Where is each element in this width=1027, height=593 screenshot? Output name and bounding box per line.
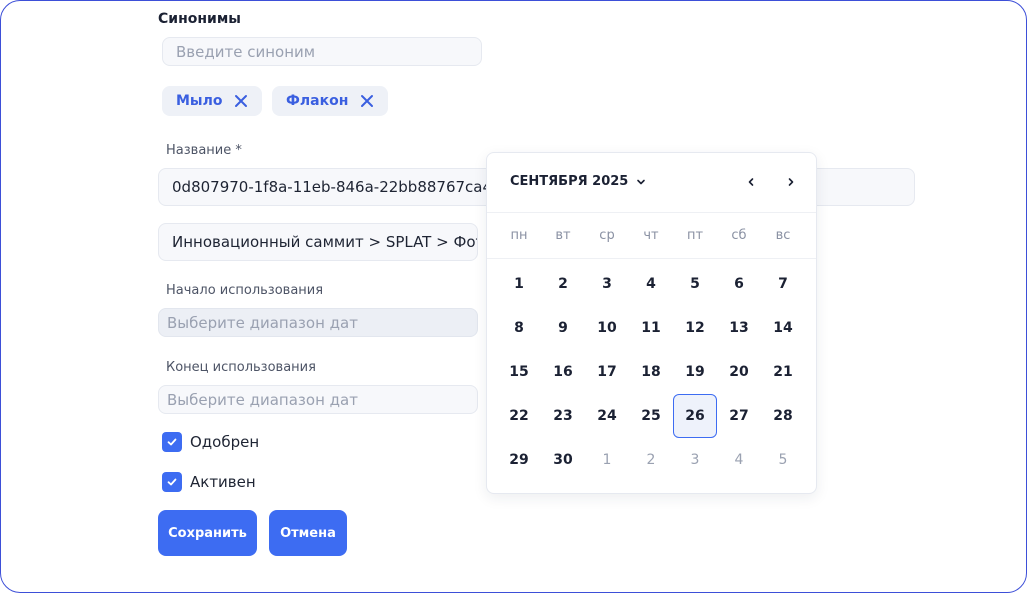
calendar-day[interactable]: 28	[761, 394, 805, 438]
close-icon[interactable]	[360, 94, 374, 108]
next-month-button[interactable]	[782, 173, 800, 191]
calendar-day[interactable]: 27	[717, 394, 761, 438]
approved-label: Одобрен	[190, 433, 260, 451]
divider	[487, 212, 816, 213]
calendar-day[interactable]: 24	[585, 394, 629, 438]
chevron-right-icon	[788, 178, 794, 186]
calendar-day[interactable]: 30	[541, 438, 585, 482]
calendar-week: 29 30 1 2 3 4 5	[497, 438, 805, 482]
check-icon	[167, 438, 177, 446]
calendar-day[interactable]: 13	[717, 306, 761, 350]
cancel-button[interactable]: Отмена	[269, 510, 347, 556]
calendar-day[interactable]: 23	[541, 394, 585, 438]
weekday-label: ср	[599, 228, 615, 243]
calendar-day[interactable]: 20	[717, 350, 761, 394]
calendar-week: 22 23 24 25 26 27 28	[497, 394, 805, 438]
calendar-day[interactable]: 21	[761, 350, 805, 394]
divider	[487, 258, 816, 259]
synonym-chip: Флакон	[272, 86, 389, 116]
calendar-day[interactable]: 5	[673, 262, 717, 306]
calendar-day[interactable]: 19	[673, 350, 717, 394]
weekday-label: вс	[775, 228, 791, 243]
calendar-day[interactable]: 15	[497, 350, 541, 394]
month-selector[interactable]: СЕНТЯБРЯ 2025	[510, 174, 646, 189]
calendar-day[interactable]: 9	[541, 306, 585, 350]
synonym-chip: Мыло	[162, 86, 263, 116]
calendar-day[interactable]: 25	[629, 394, 673, 438]
calendar-day[interactable]: 10	[585, 306, 629, 350]
calendar-day[interactable]: 3	[585, 262, 629, 306]
close-icon[interactable]	[234, 94, 248, 108]
save-button[interactable]: Сохранить	[158, 510, 257, 556]
weekday-label: пн	[510, 228, 528, 243]
calendar-day-next-month[interactable]: 1	[585, 438, 629, 482]
calendar-day-next-month[interactable]: 5	[761, 438, 805, 482]
calendar-day[interactable]: 1	[497, 262, 541, 306]
calendar-day[interactable]: 8	[497, 306, 541, 350]
weekday-label: вт	[555, 228, 571, 243]
calendar-day[interactable]: 2	[541, 262, 585, 306]
calendar-day[interactable]: 4	[629, 262, 673, 306]
prev-month-button[interactable]	[742, 173, 760, 191]
calendar-day-next-month[interactable]: 2	[629, 438, 673, 482]
start-date-input[interactable]: Выберите диапазон дат	[158, 308, 478, 337]
calendar-day[interactable]: 16	[541, 350, 585, 394]
calendar-day[interactable]: 22	[497, 394, 541, 438]
calendar-day-next-month[interactable]: 4	[717, 438, 761, 482]
chip-label: Мыло	[176, 93, 223, 109]
chip-label: Флакон	[286, 93, 349, 109]
calendar-day[interactable]: 6	[717, 262, 761, 306]
synonyms-title: Синонимы	[158, 11, 241, 27]
approved-checkbox[interactable]	[162, 432, 182, 452]
synonym-input[interactable]: Введите синоним	[162, 37, 482, 66]
form-panel: Синонимы Введите синоним Мыло Флакон Наз…	[0, 0, 1027, 593]
folder-path-input[interactable]: Инновационный саммит > SPLAT > Фото	[158, 223, 478, 261]
calendar-day[interactable]: 11	[629, 306, 673, 350]
calendar-day[interactable]: 12	[673, 306, 717, 350]
calendar-day[interactable]: 14	[761, 306, 805, 350]
calendar-week: 8 9 10 11 12 13 14	[497, 306, 805, 350]
month-label: СЕНТЯБРЯ 2025	[510, 174, 629, 189]
weekday-label: чт	[643, 228, 659, 243]
calendar-day[interactable]: 17	[585, 350, 629, 394]
calendar-day[interactable]: 29	[497, 438, 541, 482]
active-label: Активен	[190, 473, 256, 491]
date-picker-popup: СЕНТЯБРЯ 2025 пн вт ср чт пт сб вс 1 2 3…	[486, 152, 817, 494]
calendar-day[interactable]: 7	[761, 262, 805, 306]
weekday-header: пн вт ср чт пт сб вс	[497, 228, 805, 243]
end-date-label: Конец использования	[166, 360, 316, 375]
calendar-day-next-month[interactable]: 3	[673, 438, 717, 482]
active-checkbox[interactable]	[162, 472, 182, 492]
end-date-input[interactable]: Выберите диапазон дат	[158, 385, 478, 414]
name-label: Название *	[166, 143, 242, 158]
chevron-left-icon	[748, 178, 754, 186]
start-date-label: Начало использования	[166, 283, 324, 298]
chevron-down-icon	[637, 179, 646, 184]
calendar-day[interactable]: 18	[629, 350, 673, 394]
calendar-week: 1 2 3 4 5 6 7	[497, 262, 805, 306]
weekday-label: сб	[731, 228, 747, 243]
weekday-label: пт	[686, 228, 704, 243]
calendar-day-today[interactable]: 26	[673, 394, 717, 438]
calendar-week: 15 16 17 18 19 20 21	[497, 350, 805, 394]
check-icon	[167, 478, 177, 486]
